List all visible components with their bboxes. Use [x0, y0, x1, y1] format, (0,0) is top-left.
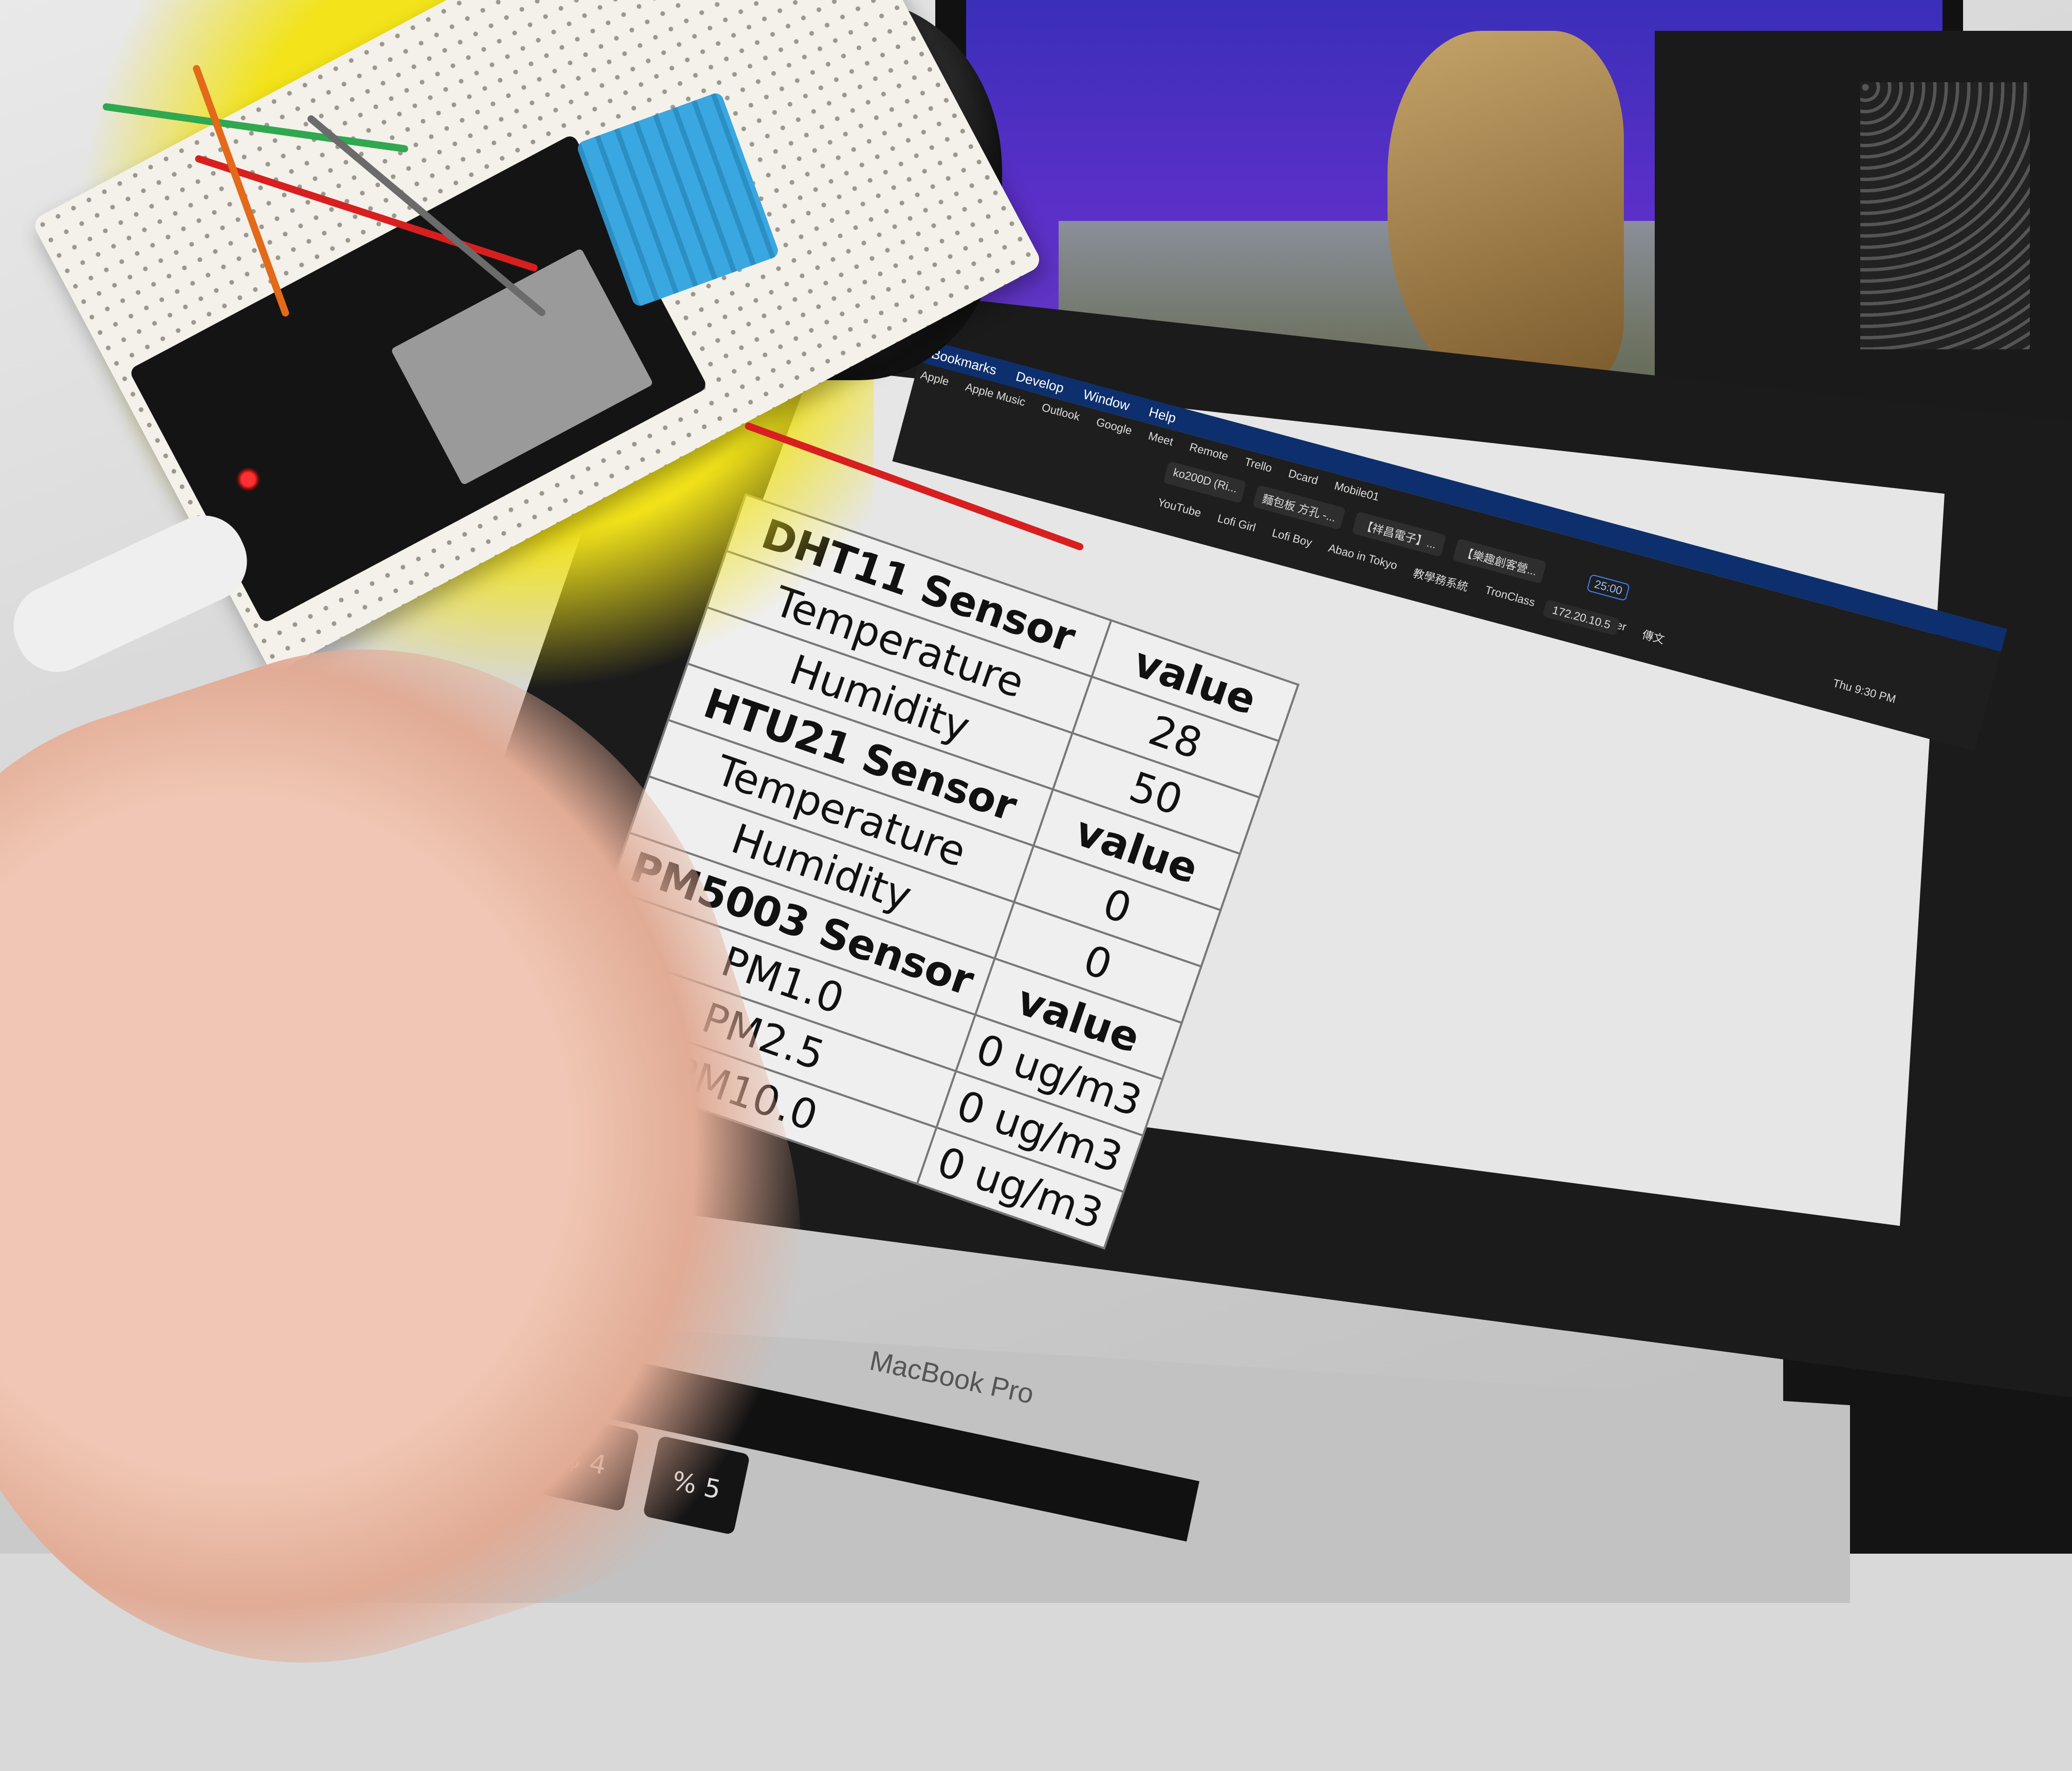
bookmark-school-system[interactable]: 教學務系統 [1411, 564, 1470, 594]
bookmark-youtube[interactable]: YouTube [1155, 496, 1202, 523]
bookmark-trello[interactable]: Trello [1243, 455, 1273, 475]
bookmark-remote[interactable]: Remote [1188, 440, 1230, 463]
bookmark-dcard[interactable]: Dcard [1287, 467, 1320, 487]
power-led [236, 468, 260, 491]
tab-electronics-shop[interactable]: 【祥昌電子】... [1352, 511, 1447, 557]
tab-maker-camp[interactable]: 【樂趣創客營... [1452, 538, 1547, 584]
bookmark-chuanwen[interactable]: 傳文 [1640, 625, 1667, 647]
pc-tower-grille [1860, 82, 2030, 349]
bookmark-apple[interactable]: Apple [919, 368, 951, 389]
menubar-clock: Thu 9:30 PM [1831, 676, 1898, 706]
bookmark-lofi-boy[interactable]: Lofi Boy [1270, 526, 1313, 552]
bookmark-google[interactable]: Google [1095, 415, 1134, 437]
wallpaper-sculpture [1387, 31, 1624, 390]
bookmark-outlook[interactable]: Outlook [1040, 401, 1082, 424]
bookmark-meet[interactable]: Meet [1147, 429, 1175, 449]
bookmark-tronclass[interactable]: TronClass [1483, 583, 1537, 612]
address-tab[interactable]: 172.20.10.5 [1542, 599, 1621, 636]
bookmark-lofi-girl[interactable]: Lofi Girl [1215, 512, 1257, 538]
bookmark-abao-tokyo[interactable]: Abao in Tokyo [1326, 542, 1399, 576]
menu-help[interactable]: Help [1147, 404, 1178, 426]
toolbar-status: 25:00 [1586, 573, 1631, 602]
tab-github[interactable]: ko200D (Ri... [1163, 460, 1247, 504]
timer-badge[interactable]: 25:00 [1586, 573, 1631, 602]
